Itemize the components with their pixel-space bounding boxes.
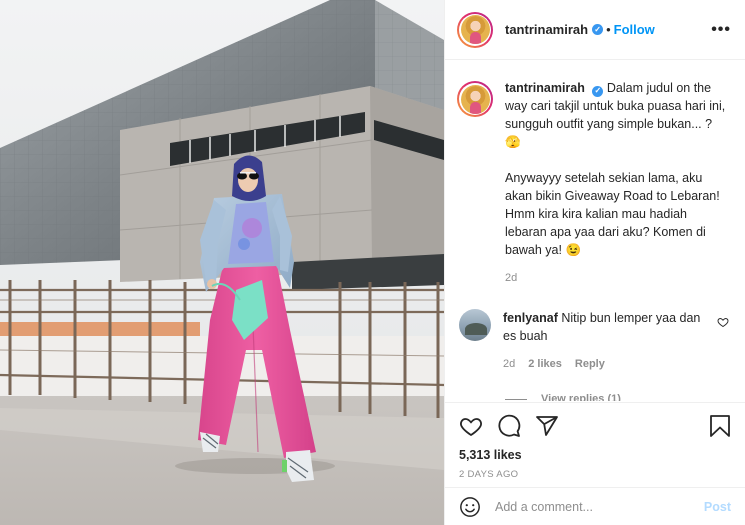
comments-section[interactable]: tantrinamirah ✓ Dalam judul on the way c… xyxy=(445,61,745,401)
reply-button[interactable]: Reply xyxy=(575,355,605,373)
add-comment-bar: Post xyxy=(445,487,745,525)
caption-timestamp: 2d xyxy=(505,272,518,284)
post-side-panel: tantrinamirah ✓ • Follow ••• tantrinamir… xyxy=(444,0,745,525)
caption-body: tantrinamirah ✓ Dalam judul on the way c… xyxy=(505,79,727,287)
bookmark-icon[interactable] xyxy=(709,414,731,438)
header-username[interactable]: tantrinamirah xyxy=(505,22,588,37)
action-icons xyxy=(459,413,731,439)
caption-paragraph-2: Anywayyy setelah sekian lama, aku akan b… xyxy=(505,169,727,259)
comment-likes-link[interactable]: 2 likes xyxy=(528,355,562,373)
avatar-image xyxy=(460,15,490,44)
post-comment-button[interactable]: Post xyxy=(704,500,731,514)
caption-avatar-image xyxy=(460,84,490,114)
caption: tantrinamirah ✓ Dalam judul on the way c… xyxy=(457,79,731,287)
view-replies-line xyxy=(505,398,527,400)
comment-icon[interactable] xyxy=(497,414,521,438)
caption-text-2: Anywayyy setelah sekian lama, aku akan b… xyxy=(505,171,720,257)
caption-avatar[interactable] xyxy=(457,81,493,117)
comment-item: fenlyanaf Nitip bun lemper yaa dan es bu… xyxy=(457,309,731,373)
view-replies-button[interactable]: View replies (1) xyxy=(505,393,731,401)
heart-icon[interactable] xyxy=(459,414,483,438)
post-header: tantrinamirah ✓ • Follow ••• xyxy=(445,0,745,60)
comment-timestamp: 2d xyxy=(503,358,516,370)
post-actions: 5,313 likes 2 DAYS AGO xyxy=(445,402,745,480)
comment-like-heart-icon[interactable] xyxy=(717,315,729,333)
comment-meta: 2d 2 likes Reply xyxy=(503,355,703,373)
post-timestamp: 2 DAYS AGO xyxy=(459,469,519,480)
caption-username[interactable]: tantrinamirah xyxy=(505,81,585,95)
post-photo[interactable] xyxy=(0,0,444,525)
comment-body: fenlyanaf Nitip bun lemper yaa dan es bu… xyxy=(503,309,703,373)
comment-input[interactable] xyxy=(495,499,704,514)
view-replies-label: View replies (1) xyxy=(541,393,621,401)
verified-icon: ✓ xyxy=(592,24,604,35)
caption-paragraph-1: tantrinamirah ✓ Dalam judul on the way c… xyxy=(505,79,727,151)
caption-verified-icon: ✓ xyxy=(592,85,604,97)
share-icon[interactable] xyxy=(535,414,559,438)
instagram-post: tantrinamirah ✓ • Follow ••• tantrinamir… xyxy=(0,0,745,525)
photo-illustration xyxy=(0,0,444,525)
follow-button[interactable]: Follow xyxy=(614,22,655,37)
commenter-avatar[interactable] xyxy=(459,309,491,341)
likes-count[interactable]: 5,313 likes xyxy=(459,448,731,462)
emoji-icon[interactable] xyxy=(459,496,481,518)
avatar[interactable] xyxy=(457,11,493,48)
header-separator: • xyxy=(606,22,611,37)
comment-username[interactable]: fenlyanaf xyxy=(503,311,558,325)
more-icon[interactable]: ••• xyxy=(711,21,731,39)
